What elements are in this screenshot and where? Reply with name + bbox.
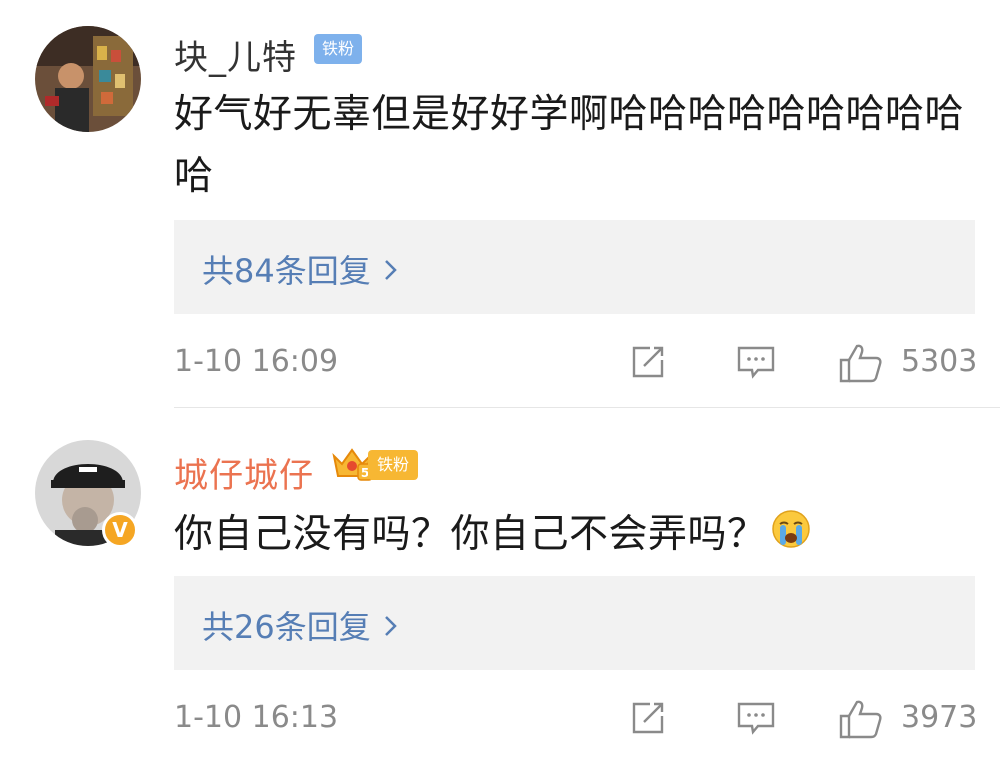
comment-text: 好气好无辜但是好好学啊哈哈哈哈哈哈哈哈哈哈 (174, 92, 965, 199)
replies-panel[interactable]: 共84条回复 (174, 220, 975, 314)
timestamp: 1-10 16:13 (174, 700, 339, 735)
verified-badge-icon: V (102, 512, 138, 548)
crying-face-emoji (771, 506, 811, 568)
forward-icon[interactable] (628, 698, 668, 742)
replies-panel[interactable]: 共26条回复 (174, 576, 975, 670)
comment-item: 块_儿特 铁粉 好气好无辜但是好好学啊哈哈哈哈哈哈哈哈哈哈 共84条回复 1-1… (0, 0, 1000, 408)
username[interactable]: 城仔城仔 (174, 448, 314, 497)
avatar[interactable] (35, 26, 141, 132)
replies-count-label: 共26条回复 (202, 608, 371, 646)
replies-count-label: 共84条回复 (202, 252, 371, 290)
divider (174, 407, 1000, 408)
comment-footer: 1-10 16:13 3973 (0, 694, 1000, 744)
fan-badge: 铁粉 (368, 450, 418, 480)
comment-text: 你自己没有吗？你自己不会弄吗？ (174, 504, 974, 568)
crown-level-icon: 5 (332, 446, 373, 486)
chevron-right-icon (383, 608, 399, 646)
comment-footer: 1-10 16:09 5303 (0, 338, 1000, 388)
timestamp: 1-10 16:09 (174, 344, 339, 379)
comment-item: V 城仔城仔 5 铁粉 你自己没有吗？你自己不会弄吗？ 共26条回复 1-10 … (0, 410, 1000, 764)
forward-icon[interactable] (628, 342, 668, 386)
thumbs-up-icon[interactable] (838, 698, 884, 744)
comment-icon[interactable] (736, 342, 776, 386)
view-replies-link[interactable]: 共84条回复 (202, 246, 399, 292)
like-count: 5303 (901, 344, 978, 379)
comment-icon[interactable] (736, 698, 776, 742)
thumbs-up-icon[interactable] (838, 342, 884, 388)
fan-badge: 铁粉 (314, 34, 362, 64)
view-replies-link[interactable]: 共26条回复 (202, 602, 399, 648)
username[interactable]: 块_儿特 (174, 30, 297, 79)
chevron-right-icon (383, 252, 399, 290)
like-count: 3973 (901, 700, 978, 735)
comment-text-content: 你自己没有吗？你自己不会弄吗？ (174, 512, 767, 557)
